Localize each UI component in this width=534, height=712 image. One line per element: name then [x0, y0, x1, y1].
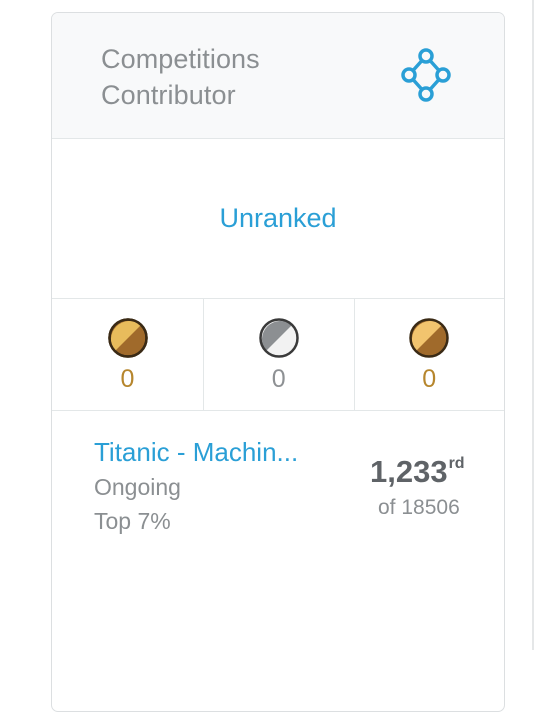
competition-title-link[interactable]: Titanic - Machin...: [94, 435, 298, 469]
medal-cell-bronze: 0: [355, 299, 505, 410]
competition-item: Titanic - Machin... Ongoing Top 7% 1,233…: [52, 411, 504, 551]
tier-name: Contributor: [101, 80, 236, 110]
medal-cell-gold: 0: [52, 299, 204, 410]
medal-counts: 0 0 0: [52, 299, 504, 411]
silver-medal-count: 0: [271, 365, 286, 393]
card-header: Competitions Contributor: [52, 13, 504, 139]
network-nodes-icon: [401, 48, 451, 102]
competition-rank-value: 1,233: [370, 454, 448, 489]
silver-medal-icon: [259, 318, 299, 358]
competitions-tier-card: Competitions Contributor Unranked 0 0 0 …: [51, 12, 505, 712]
gold-medal-count: 0: [120, 365, 135, 393]
competition-status: Ongoing: [94, 474, 181, 500]
competition-rank-suffix: rd: [448, 455, 465, 472]
bronze-medal-icon: [409, 318, 449, 358]
competition-percentile: Top 7%: [94, 508, 171, 534]
rank-section: Unranked: [52, 139, 504, 299]
tier-title: Competitions Contributor: [101, 41, 260, 113]
competition-rank: 1,233rd: [370, 454, 465, 490]
medal-cell-silver: 0: [204, 299, 355, 410]
rank-status: Unranked: [219, 203, 337, 233]
gold-medal-icon: [107, 318, 148, 358]
tier-category: Competitions: [101, 44, 260, 74]
bronze-medal-count: 0: [422, 365, 437, 393]
competition-total-teams: of 18506: [378, 496, 460, 519]
